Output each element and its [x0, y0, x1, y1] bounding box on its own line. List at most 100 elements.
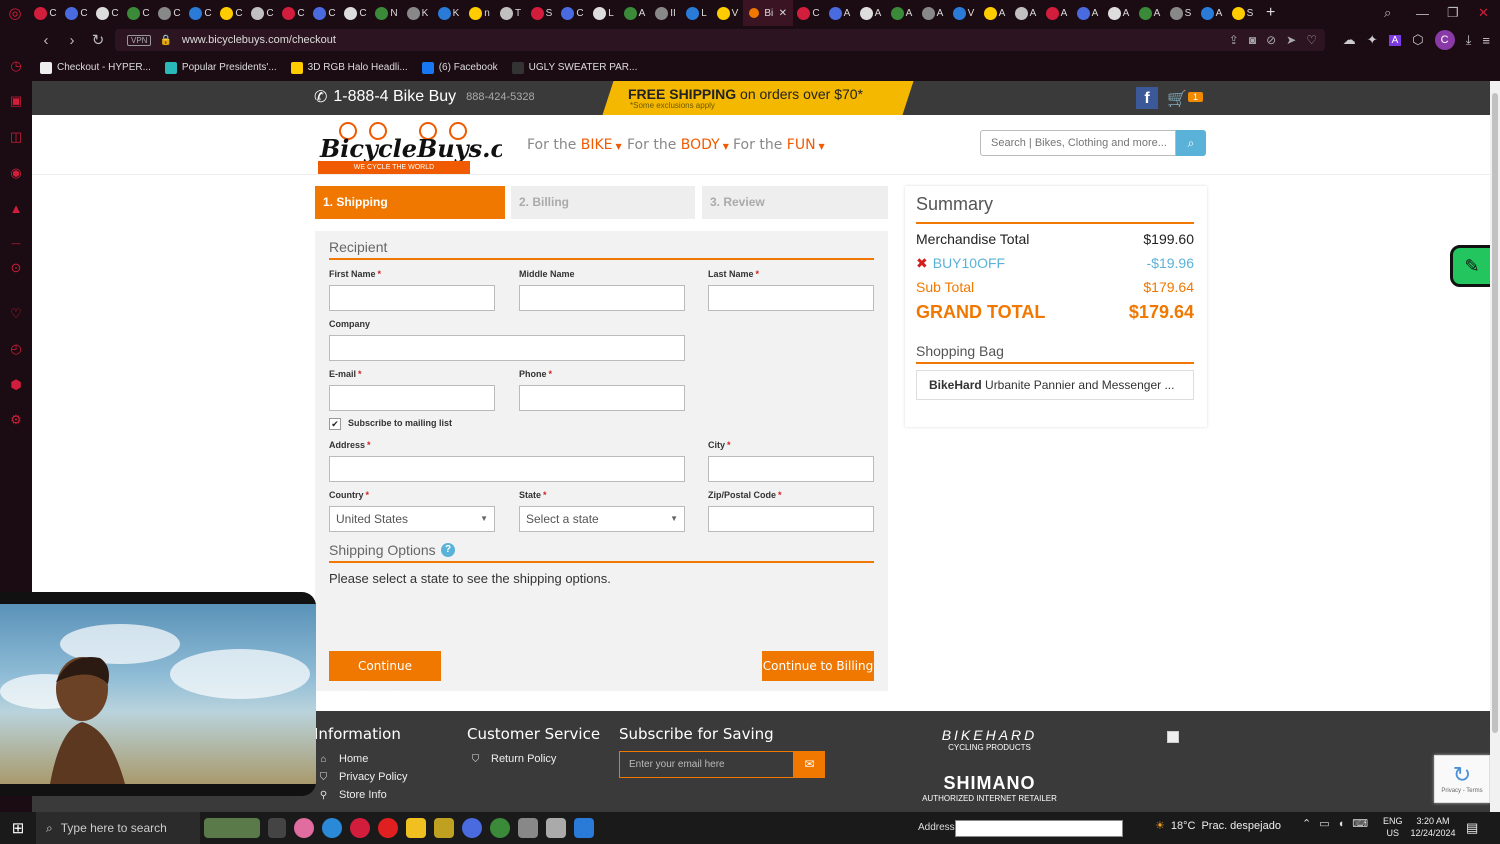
back-icon[interactable]: ‹ — [33, 32, 59, 49]
forward-icon[interactable]: › — [59, 32, 85, 49]
browser-tab[interactable]: V — [712, 0, 743, 26]
browser-tab[interactable]: A — [886, 0, 917, 26]
step-review[interactable]: 3. Review — [702, 186, 888, 219]
browser-tab[interactable]: A — [1072, 0, 1103, 26]
bookmark-item[interactable]: 3D RGB Halo Headli... — [290, 61, 408, 74]
company-field[interactable] — [329, 335, 685, 361]
browser-tab[interactable]: C — [123, 0, 154, 26]
cube-icon[interactable]: ⬢ — [7, 376, 25, 394]
copilot-icon[interactable] — [294, 818, 314, 838]
first-name-field[interactable] — [329, 285, 495, 311]
news-widget-icon[interactable] — [204, 818, 260, 838]
volume-icon[interactable]: ◖ — [1338, 818, 1345, 830]
taskbar-search[interactable]: ⌕ Type here to search — [36, 812, 200, 844]
camera-icon[interactable]: ◙ — [1249, 33, 1256, 47]
instagram-icon[interactable]: ◉ — [7, 164, 25, 182]
browser-tab[interactable]: T — [495, 0, 526, 26]
browser-tab[interactable]: A — [824, 0, 855, 26]
app-icon[interactable] — [490, 818, 510, 838]
cart-icon[interactable]: 🛒 — [1167, 89, 1187, 109]
browser-tab[interactable]: L — [588, 0, 619, 26]
browser-tab[interactable]: C — [92, 0, 123, 26]
continue-to-billing-button[interactable]: Continue to Billing — [762, 651, 874, 681]
footer-link-home[interactable]: ⌂ Home — [317, 753, 368, 765]
browser-tab[interactable]: S — [1165, 0, 1196, 26]
browser-tab[interactable]: n — [464, 0, 495, 26]
nav-for-the-bike[interactable]: For the BIKE ▼ — [527, 137, 622, 153]
bookmark-item[interactable]: UGLY SWEATER PAR... — [511, 61, 637, 74]
browser-tab[interactable]: II — [650, 0, 681, 26]
aria-icon[interactable]: A — [1388, 34, 1402, 46]
footer-link-return-policy[interactable]: ⛉ Return Policy — [469, 753, 557, 765]
step-billing[interactable]: 2. Billing — [511, 186, 695, 219]
address-field[interactable] — [329, 456, 685, 482]
video-popout[interactable] — [0, 592, 316, 796]
browser-tab[interactable]: S — [526, 0, 557, 26]
zip-field[interactable] — [708, 506, 874, 532]
scrollbar-thumb[interactable] — [1492, 93, 1498, 733]
facebook-icon[interactable]: f — [1136, 87, 1158, 109]
url-bar[interactable]: VPN 🔒 www.bicyclebuys.com/checkout ⇪ ◙ ⊘… — [115, 29, 1325, 51]
opera-gx-logo-icon[interactable]: ◎ — [0, 0, 30, 26]
footer-link-privacy[interactable]: ⛉ Privacy Policy — [317, 771, 408, 783]
site-search-input[interactable] — [980, 130, 1176, 156]
heart-icon[interactable]: ♡ — [1306, 33, 1317, 47]
envelope-icon[interactable]: ✉ — [794, 751, 825, 778]
cube-icon[interactable]: ⬡ — [1412, 32, 1423, 48]
nav-for-the-body[interactable]: For the BODY ▼ — [627, 137, 729, 153]
history-icon[interactable]: ◴ — [7, 340, 25, 358]
keyboard-icon[interactable]: ⌨ — [1352, 817, 1368, 830]
notifications-icon[interactable]: ▤ — [1466, 820, 1478, 836]
page-scrollbar[interactable] — [1490, 81, 1500, 812]
vpn-badge[interactable]: VPN — [127, 34, 152, 46]
lock-icon[interactable]: 🔒 — [159, 35, 171, 46]
cart-count-badge[interactable]: 1 — [1188, 92, 1204, 102]
newsletter-email-input[interactable]: Enter your email here — [619, 751, 794, 778]
share-icon[interactable]: ⇪ — [1229, 33, 1239, 47]
browser-tab[interactable]: A — [1010, 0, 1041, 26]
browser-tab[interactable]: V — [948, 0, 979, 26]
close-tab-icon[interactable]: ✕ — [779, 8, 787, 19]
help-icon[interactable]: ? — [441, 543, 455, 557]
browser-tab[interactable]: C — [340, 0, 371, 26]
state-select[interactable]: Select a state ▼ — [519, 506, 685, 532]
browser-tab[interactable]: C — [278, 0, 309, 26]
opera-gx-icon[interactable] — [350, 818, 370, 838]
player-icon[interactable]: ⊙ — [7, 259, 25, 277]
network-icon[interactable]: ▭ — [1319, 817, 1329, 830]
browser-tab[interactable]: C — [185, 0, 216, 26]
taskbar-address-field[interactable] — [955, 820, 1123, 837]
browser-tab[interactable]: K — [402, 0, 433, 26]
bikehard-logo[interactable]: BIKEHARD CYCLING PRODUCTS — [922, 727, 1057, 752]
bookmark-item[interactable]: (6) Facebook — [421, 61, 498, 74]
browser-tab[interactable]: C — [61, 0, 92, 26]
photos-icon[interactable] — [574, 818, 594, 838]
site-logo[interactable]: BicycleBuys.com WE CYCLE THE WORLD — [318, 119, 502, 174]
calculator-icon[interactable] — [546, 818, 566, 838]
weather-widget[interactable]: ☀ 18°C Prac. despejado — [1155, 819, 1281, 833]
middle-name-field[interactable] — [519, 285, 685, 311]
task-view-icon[interactable] — [268, 818, 286, 838]
country-select[interactable]: United States ▼ — [329, 506, 495, 532]
chat-widget-icon[interactable]: ✎ — [1450, 245, 1490, 287]
clock[interactable]: 3:20 AM 12/24/2024 — [1410, 815, 1456, 839]
browser-tab[interactable]: A — [619, 0, 650, 26]
bookmark-item[interactable]: Popular Presidents'... — [164, 61, 277, 74]
browser-tab[interactable]: C — [30, 0, 61, 26]
email-field[interactable] — [329, 385, 495, 411]
minimize-icon[interactable]: — — [1416, 0, 1429, 26]
chevron-up-icon[interactable]: ⌃ — [1302, 817, 1311, 830]
shimano-logo[interactable]: SHIMANO AUTHORIZED INTERNET RETAILER — [922, 773, 1057, 803]
browser-tab[interactable]: C — [557, 0, 588, 26]
app-icon[interactable] — [518, 818, 538, 838]
search-tabs-icon[interactable]: ⌕ — [1384, 0, 1391, 26]
browser-tab[interactable]: S — [1227, 0, 1258, 26]
sticky-notes-icon[interactable] — [434, 818, 454, 838]
heart-icon[interactable]: ♡ — [7, 305, 25, 323]
cloud-icon[interactable]: ☁ — [1343, 32, 1356, 48]
browser-tab[interactable]: K — [433, 0, 464, 26]
city-field[interactable] — [708, 456, 874, 482]
url-text[interactable]: www.bicyclebuys.com/checkout — [182, 34, 336, 46]
extension-icon[interactable]: ✦ — [1367, 32, 1378, 48]
browser-tab[interactable]: A — [1041, 0, 1072, 26]
